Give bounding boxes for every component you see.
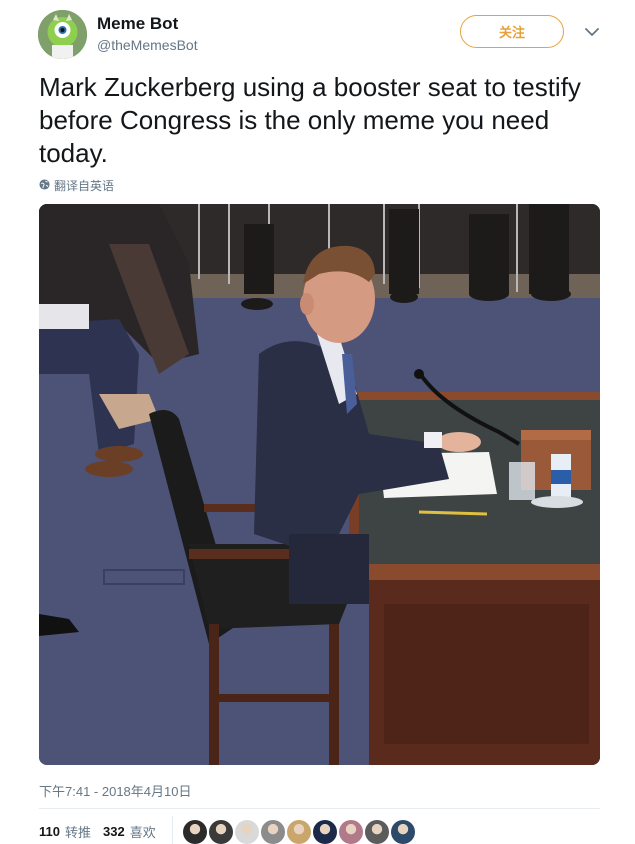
tweet-timestamp[interactable]: 下午7:41 - 2018年4月10日: [39, 781, 191, 800]
tweet-photo[interactable]: [39, 204, 600, 765]
tweet-stats: 110 转推 332 喜欢: [39, 822, 168, 841]
likes-stat[interactable]: 332 喜欢: [103, 822, 156, 841]
liker-avatar[interactable]: [235, 820, 259, 844]
author-handle[interactable]: @theMemesBot: [97, 37, 198, 53]
liker-avatars: [183, 820, 415, 844]
globe-icon: [39, 178, 50, 193]
tweet-card: Meme Bot @theMemesBot 关注 Mark Zuckerberg…: [0, 0, 635, 844]
hearing-photo: [39, 204, 600, 765]
liker-avatar[interactable]: [339, 820, 363, 844]
likes-label: 喜欢: [129, 825, 156, 840]
follow-button[interactable]: 关注: [460, 15, 564, 48]
likes-count: 332: [103, 824, 125, 839]
liker-avatar[interactable]: [261, 820, 285, 844]
translate-link[interactable]: 翻译自英语: [39, 177, 114, 194]
stats-separator: [172, 816, 173, 844]
retweets-stat[interactable]: 110 转推: [39, 822, 91, 841]
author-avatar[interactable]: [38, 10, 87, 59]
translate-label: 翻译自英语: [54, 179, 115, 193]
liker-avatar[interactable]: [391, 820, 415, 844]
avatar-image: [38, 10, 87, 59]
liker-avatar[interactable]: [287, 820, 311, 844]
chevron-down-icon[interactable]: [582, 22, 602, 42]
liker-avatar[interactable]: [313, 820, 337, 844]
liker-avatar[interactable]: [365, 820, 389, 844]
liker-avatar[interactable]: [209, 820, 233, 844]
retweets-label: 转推: [64, 825, 91, 840]
tweet-text: Mark Zuckerberg using a booster seat to …: [39, 72, 581, 168]
liker-avatar[interactable]: [183, 820, 207, 844]
author-display-name[interactable]: Meme Bot: [97, 14, 178, 34]
divider: [39, 808, 600, 809]
retweets-count: 110: [39, 824, 60, 839]
